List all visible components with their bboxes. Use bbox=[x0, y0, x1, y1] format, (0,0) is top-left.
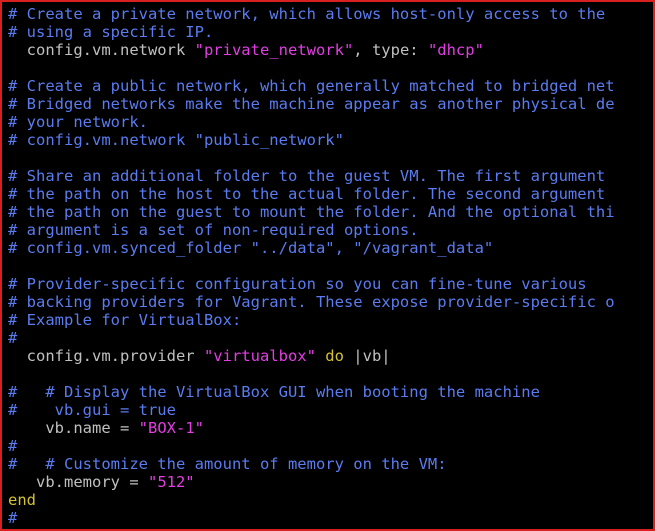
code-token-comment: # config.vm.synced_folder "../data", "/v… bbox=[8, 239, 494, 257]
code-token-comment: # the path on the host to the actual fol… bbox=[8, 185, 606, 203]
code-line: # # Display the VirtualBox GUI when boot… bbox=[8, 383, 615, 401]
code-token-comment: # using a specific IP. bbox=[8, 23, 214, 41]
code-token-plain: |vb| bbox=[343, 347, 391, 365]
code-token-plain: vb.name = bbox=[8, 419, 139, 437]
code-token-comment: # Bridged networks make the machine appe… bbox=[8, 95, 615, 113]
code-token-comment: # # Display the VirtualBox GUI when boot… bbox=[8, 383, 540, 401]
code-token-string: "dhcp" bbox=[427, 41, 484, 59]
code-line: vb.memory = "512" bbox=[8, 473, 615, 491]
code-token-comment: # the path on the guest to mount the fol… bbox=[8, 203, 615, 221]
code-line: # Create a public network, which general… bbox=[8, 77, 615, 95]
code-line: # vb.gui = true bbox=[8, 401, 615, 419]
code-token-plain: config.vm.network bbox=[8, 41, 195, 59]
code-token-plain: vb.memory = bbox=[8, 473, 148, 491]
code-line: # Share an additional folder to the gues… bbox=[8, 167, 615, 185]
code-line: # Bridged networks make the machine appe… bbox=[8, 95, 615, 113]
code-line: config.vm.provider "virtualbox" do |vb| bbox=[8, 347, 615, 365]
code-line: # your network. bbox=[8, 113, 615, 131]
code-token-comment: # Create a private network, which allows… bbox=[8, 5, 606, 23]
code-line: # Provider-specific configuration so you… bbox=[8, 275, 615, 293]
code-line: vb.name = "BOX-1" bbox=[8, 419, 615, 437]
code-token-comment: # Provider-specific configuration so you… bbox=[8, 275, 587, 293]
code-token-comment: # bbox=[8, 509, 18, 527]
code-line: # the path on the guest to mount the fol… bbox=[8, 203, 615, 221]
code-line: # config.vm.synced_folder "../data", "/v… bbox=[8, 239, 615, 257]
code-token-comment: # your network. bbox=[8, 113, 148, 131]
code-line: # bbox=[8, 437, 615, 455]
code-token-string: "private_network" bbox=[194, 41, 354, 59]
code-line: # argument is a set of non-required opti… bbox=[8, 221, 615, 239]
code-line: config.vm.network "private_network", typ… bbox=[8, 41, 615, 59]
code-line: # the path on the host to the actual fol… bbox=[8, 185, 615, 203]
code-line: # # Customize the amount of memory on th… bbox=[8, 455, 615, 473]
code-token-plain: config.vm.provider bbox=[8, 347, 204, 365]
code-line: # using a specific IP. bbox=[8, 23, 615, 41]
terminal-window[interactable]: # Create a private network, which allows… bbox=[0, 0, 655, 531]
code-token-plain: , type: bbox=[353, 41, 428, 59]
code-token-comment: # bbox=[8, 329, 18, 347]
code-line: # backing providers for Vagrant. These e… bbox=[8, 293, 615, 311]
code-token-string: "BOX-1" bbox=[138, 419, 204, 437]
code-token-comment: # argument is a set of non-required opti… bbox=[8, 221, 419, 239]
code-token-comment: # Create a public network, which general… bbox=[8, 77, 615, 95]
code-token-string: "512" bbox=[147, 473, 195, 491]
code-line: # Example for VirtualBox: bbox=[8, 311, 615, 329]
code-line: # Create a private network, which allows… bbox=[8, 5, 615, 23]
code-token-comment: # Share an additional folder to the gues… bbox=[8, 167, 606, 185]
code-token-comment: # Example for VirtualBox: bbox=[8, 311, 242, 329]
code-token-keyword: end bbox=[8, 491, 36, 509]
code-line: # bbox=[8, 329, 615, 347]
code-line: # bbox=[8, 509, 615, 527]
code-line: end bbox=[8, 491, 615, 509]
code-editor-text[interactable]: # Create a private network, which allows… bbox=[8, 5, 615, 527]
code-token-comment: # vb.gui = true bbox=[8, 401, 176, 419]
code-line: # config.vm.network "public_network" bbox=[8, 131, 615, 149]
code-token-comment: # bbox=[8, 437, 18, 455]
code-token-keyword: do bbox=[325, 347, 344, 365]
code-token-string: "virtualbox" bbox=[203, 347, 316, 365]
code-token-comment: # backing providers for Vagrant. These e… bbox=[8, 293, 615, 311]
code-token-comment: # config.vm.network "public_network" bbox=[8, 131, 344, 149]
code-token-comment: # # Customize the amount of memory on th… bbox=[8, 455, 447, 473]
